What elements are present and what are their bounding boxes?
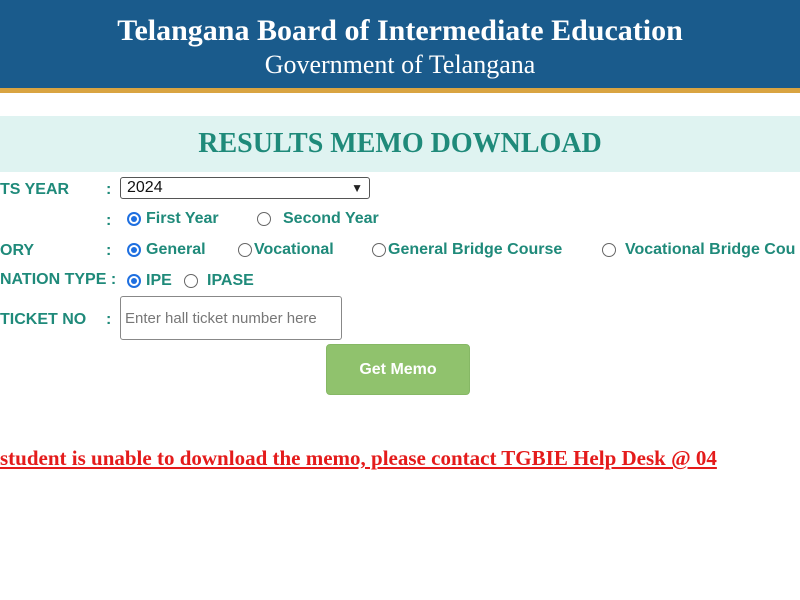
radio-vocational[interactable]: Vocational <box>238 241 334 259</box>
site-header: Telangana Board of Intermediate Educatio… <box>0 0 800 93</box>
results-year-select[interactable]: 2024 ▼ <box>120 177 370 199</box>
radio-general-bridge[interactable]: General Bridge Course <box>372 241 562 259</box>
radio-unchecked-icon <box>372 243 386 257</box>
category-colon: : <box>106 242 112 259</box>
radio-second-year-label: Second Year <box>283 210 379 227</box>
year-colon: : <box>106 212 112 229</box>
government-subtitle: Government of Telangana <box>264 50 536 79</box>
exam-type-label: NATION TYPE : <box>0 271 117 288</box>
radio-checked-icon <box>127 274 141 288</box>
radio-first-year[interactable]: First Year <box>127 210 219 228</box>
board-title: Telangana Board of Intermediate Educatio… <box>117 14 683 47</box>
radio-general[interactable]: General <box>127 241 206 259</box>
radio-ipe-label: IPE <box>146 272 172 289</box>
radio-vocational-label: Vocational <box>254 241 334 258</box>
radio-unchecked-icon <box>184 274 198 288</box>
radio-general-bridge-label: General Bridge Course <box>388 241 563 258</box>
get-memo-button[interactable]: Get Memo <box>326 344 470 395</box>
radio-ipase[interactable]: IPASE <box>184 272 254 290</box>
radio-second-year[interactable]: Second Year <box>257 210 379 228</box>
results-year-label: TS YEAR <box>0 181 70 198</box>
radio-general-label: General <box>146 241 206 258</box>
radio-vocational-bridge[interactable]: Vocational Bridge Cou <box>602 241 795 259</box>
page-title: RESULTS MEMO DOWNLOAD <box>198 128 602 159</box>
help-desk-notice[interactable]: student is unable to download the memo, … <box>0 446 717 471</box>
radio-unchecked-icon <box>238 243 252 257</box>
results-year-selected: 2024 <box>127 179 163 196</box>
hall-ticket-colon: : <box>106 311 112 328</box>
category-label: ORY <box>0 242 35 259</box>
radio-unchecked-icon <box>257 212 271 226</box>
radio-unchecked-icon <box>602 243 616 257</box>
radio-ipase-label: IPASE <box>207 272 254 289</box>
results-year-colon: : <box>106 181 112 198</box>
page-banner: RESULTS MEMO DOWNLOAD <box>0 116 800 172</box>
chevron-down-icon: ▼ <box>351 181 363 195</box>
radio-vocational-bridge-label: Vocational Bridge Cou <box>625 241 796 258</box>
radio-ipe[interactable]: IPE <box>127 272 172 290</box>
radio-checked-icon <box>127 243 141 257</box>
radio-first-year-label: First Year <box>146 210 219 227</box>
hall-ticket-label: TICKET NO <box>0 311 87 328</box>
radio-checked-icon <box>127 212 141 226</box>
hall-ticket-input[interactable] <box>120 296 342 340</box>
